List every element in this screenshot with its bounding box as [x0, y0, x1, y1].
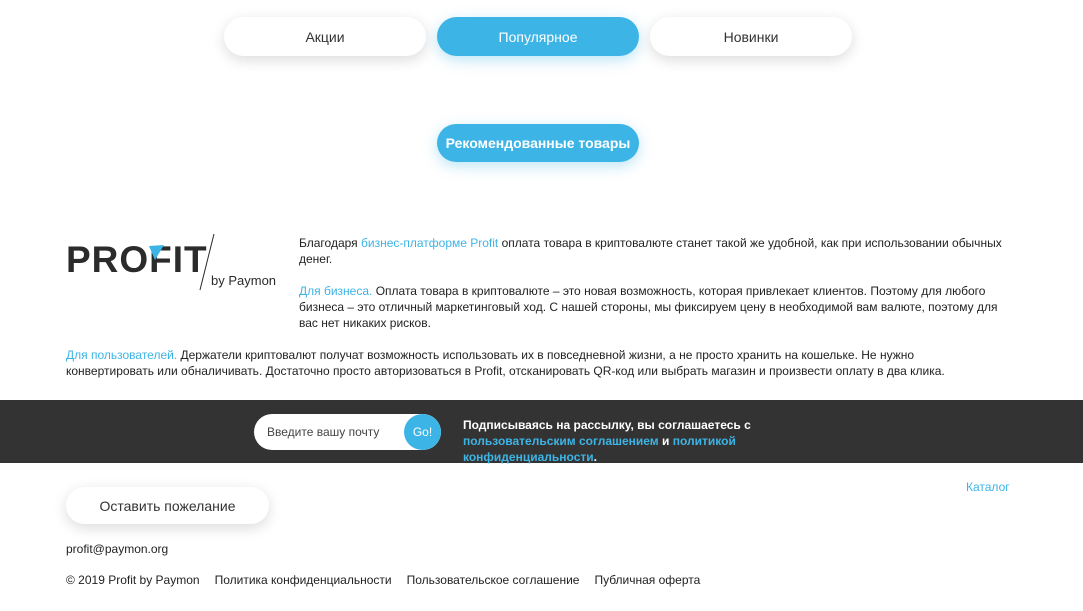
profit-logo: PROFIT by Paymon [66, 232, 281, 294]
about-p3-text: Держатели криптовалют получат возможност… [66, 348, 945, 378]
consent-end: . [593, 450, 597, 464]
email-input[interactable] [254, 414, 404, 450]
tab-bar: Акции Популярное Новинки [224, 17, 852, 56]
tab-popular[interactable]: Популярное [437, 17, 639, 56]
about-paragraph-business: Для бизнеса. Оплата товара в криптовалют… [299, 283, 1014, 331]
logo-by-paymon: by Paymon [211, 273, 276, 288]
for-business-link[interactable]: Для бизнеса. [299, 284, 372, 298]
tab-promotions[interactable]: Акции [224, 17, 426, 56]
email-subscribe-form: Go! [254, 414, 441, 450]
consent-prefix: Подписываясь на рассылку, вы соглашаетес… [463, 418, 751, 432]
go-button[interactable]: Go! [404, 414, 441, 450]
footer-links: © 2019 Profit by Paymon Политика конфиде… [66, 573, 700, 587]
about-p2-text: Оплата товара в криптовалюте – это новая… [299, 284, 998, 330]
subscribe-bar: Go! Подписываясь на рассылку, вы соглаша… [0, 400, 1083, 465]
about-paragraph-users: Для пользователей. Держатели криптовалют… [66, 347, 986, 379]
catalog-link[interactable]: Каталог [966, 480, 1010, 494]
contact-email[interactable]: profit@paymon.org [66, 542, 168, 556]
copyright: © 2019 Profit by Paymon [66, 573, 200, 587]
consent-mid: и [658, 434, 673, 448]
about-p1-prefix: Благодаря [299, 236, 361, 250]
for-users-link[interactable]: Для пользователей. [66, 348, 177, 362]
logo-wordmark: PROFIT [66, 239, 208, 280]
footer-public-offer-link[interactable]: Публичная оферта [594, 573, 700, 587]
about-paragraph-1: Благодаря бизнес-платформе Profit оплата… [299, 235, 1014, 267]
footer-privacy-policy-link[interactable]: Политика конфиденциальности [215, 573, 392, 587]
recommended-products-button[interactable]: Рекомендованные товары [437, 124, 639, 162]
tab-new[interactable]: Новинки [650, 17, 852, 56]
business-platform-link[interactable]: бизнес-платформе Profit [361, 236, 498, 250]
user-agreement-link[interactable]: пользовательским соглашением [463, 434, 659, 448]
subscribe-consent-text: Подписываясь на рассылку, вы соглашаетес… [463, 417, 863, 465]
leave-wish-button[interactable]: Оставить пожелание [66, 487, 269, 524]
footer-user-agreement-link[interactable]: Пользовательское соглашение [407, 573, 580, 587]
